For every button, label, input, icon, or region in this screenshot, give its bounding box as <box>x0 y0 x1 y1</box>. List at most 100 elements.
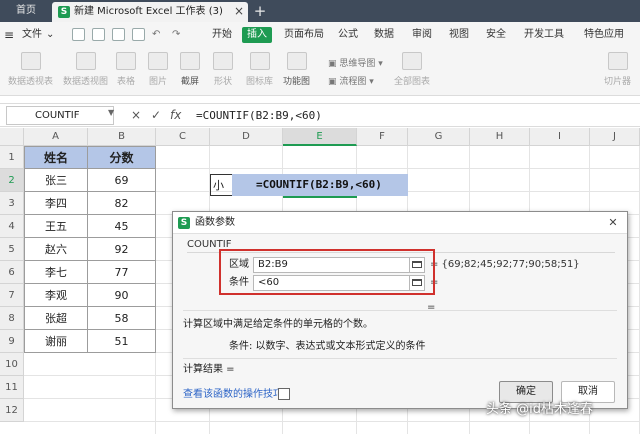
menu-security[interactable]: 安全 <box>486 27 506 43</box>
menu-developer[interactable]: 开发工具 <box>524 27 564 43</box>
highlight-box <box>219 249 435 295</box>
column-header-f[interactable]: F <box>357 128 408 146</box>
menu-page-layout[interactable]: 页面布局 <box>284 27 324 43</box>
cell-b7[interactable]: 90 <box>88 284 156 307</box>
column-header-a[interactable]: A <box>24 128 88 146</box>
name-box-dropdown-icon[interactable]: ▼ <box>108 108 114 117</box>
function-chart-button[interactable]: 功能图 <box>283 52 310 87</box>
cell-b4[interactable]: 45 <box>88 215 156 238</box>
document-tab[interactable]: S 新建 Microsoft Excel 工作表 (3) <box>52 2 248 22</box>
row-header-2[interactable]: 2 <box>0 169 24 192</box>
row-header-3[interactable]: 3 <box>0 192 24 215</box>
cell-b3[interactable]: 82 <box>88 192 156 215</box>
cell-a5[interactable]: 赵六 <box>25 238 88 261</box>
print-preview-icon[interactable] <box>112 28 125 41</box>
menu-data[interactable]: 数据 <box>374 27 394 43</box>
menu-view[interactable]: 视图 <box>449 27 469 43</box>
column-header-i[interactable]: I <box>530 128 590 146</box>
title-bar: 首页 S 新建 Microsoft Excel 工作表 (3) × + <box>0 0 640 22</box>
redo-icon[interactable]: ↷ <box>172 27 180 43</box>
menu-home[interactable]: 开始 <box>212 27 232 43</box>
mindmap-button[interactable]: ▣ 思维导图 ▾ <box>328 56 383 69</box>
column-header-d[interactable]: D <box>210 128 283 146</box>
picture-button[interactable]: 图片 <box>148 52 168 87</box>
menu-review[interactable]: 审阅 <box>412 27 432 43</box>
function-description: 计算区域中满足给定条件的单元格的个数。 <box>183 319 373 330</box>
cell-e2[interactable]: =COUNTIF(B2:B9,<60) <box>232 174 408 196</box>
row-header-1[interactable]: 1 <box>0 146 24 169</box>
column-header-b[interactable]: B <box>88 128 156 146</box>
flowchart-label: 流程图 <box>339 77 367 87</box>
calc-result: 计算结果 = <box>183 364 235 375</box>
save-icon[interactable] <box>72 28 85 41</box>
hamburger-menu-icon[interactable]: ≡ <box>4 27 14 43</box>
cell-b9[interactable]: 51 <box>88 330 156 353</box>
confirm-formula-icon[interactable]: ✓ <box>151 108 161 122</box>
pivot-chart-button[interactable]: 数据透视图 <box>63 52 108 87</box>
video-icon[interactable] <box>278 388 290 400</box>
cell-a6[interactable]: 李七 <box>25 261 88 284</box>
flowchart-button[interactable]: ▣ 流程图 ▾ <box>328 74 374 87</box>
menu-insert[interactable]: 插入 <box>242 27 272 43</box>
table-button[interactable]: 表格 <box>116 52 136 87</box>
row-header-4[interactable]: 4 <box>0 215 24 238</box>
mindmap-label: 思维导图 <box>339 59 376 69</box>
cell-a9[interactable]: 谢丽 <box>25 330 88 353</box>
all-charts-button[interactable]: 全部图表 <box>394 52 430 87</box>
row-header-11[interactable]: 11 <box>0 376 24 399</box>
menu-special-apps[interactable]: 特色应用 <box>584 27 624 43</box>
column-header-g[interactable]: G <box>408 128 470 146</box>
home-tab[interactable]: 首页 <box>0 0 52 22</box>
document-tab-label: 新建 Microsoft Excel 工作表 (3) <box>74 6 223 17</box>
menu-formulas[interactable]: 公式 <box>338 27 358 43</box>
table-icon <box>116 52 136 70</box>
formula-bar: COUNTIF ▼ × ✓ fx =COUNTIF(B2:B9,<60) <box>0 103 640 127</box>
row-header-9[interactable]: 9 <box>0 330 24 353</box>
all-charts-label: 全部图表 <box>394 77 431 87</box>
menu-file[interactable]: 文件 <box>22 27 42 43</box>
cell-a2[interactable]: 张三 <box>25 169 88 192</box>
row-header-12[interactable]: 12 <box>0 399 24 422</box>
cell-b1[interactable]: 分数 <box>88 147 156 169</box>
function-arguments-dialog: S 函数参数 ✕ COUNTIF 区域 B2:B9 = {69;82;45;92… <box>172 211 628 409</box>
row-header-8[interactable]: 8 <box>0 307 24 330</box>
cell-a1[interactable]: 姓名 <box>25 147 88 169</box>
icon-library-button[interactable]: 图标库 <box>246 52 273 87</box>
pivot-table-button[interactable]: 数据透视表 <box>8 52 53 87</box>
cell-a8[interactable]: 张超 <box>25 307 88 330</box>
new-tab-button[interactable]: + <box>251 2 269 20</box>
cell-a3[interactable]: 李四 <box>25 192 88 215</box>
cell-a7[interactable]: 李观 <box>25 284 88 307</box>
column-header-e[interactable]: E <box>283 128 357 146</box>
cell-a4[interactable]: 王五 <box>25 215 88 238</box>
slicer-button[interactable]: 切片器 <box>604 52 631 87</box>
cancel-formula-icon[interactable]: × <box>131 108 141 122</box>
screenshot-button[interactable]: 截屏 <box>180 52 200 87</box>
undo-icon[interactable]: ↶ <box>152 27 160 43</box>
select-all-corner[interactable] <box>0 128 24 146</box>
column-header-j[interactable]: J <box>590 128 640 146</box>
cell-d2[interactable]: 小于 <box>210 174 232 196</box>
row-header-7[interactable]: 7 <box>0 284 24 307</box>
name-box[interactable]: COUNTIF <box>6 106 114 125</box>
help-link[interactable]: 查看该函数的操作技巧 <box>183 388 283 402</box>
row-header-6[interactable]: 6 <box>0 261 24 284</box>
cell-b6[interactable]: 77 <box>88 261 156 284</box>
cell-b8[interactable]: 58 <box>88 307 156 330</box>
chevron-down-icon[interactable]: ⌄ <box>46 27 54 43</box>
function-chart-label: 功能图 <box>283 77 311 87</box>
print-icon[interactable] <box>92 28 105 41</box>
column-header-c[interactable]: C <box>156 128 210 146</box>
row-header-10[interactable]: 10 <box>0 353 24 376</box>
column-header-h[interactable]: H <box>470 128 530 146</box>
close-icon[interactable]: ✕ <box>605 215 621 231</box>
cell-b2[interactable]: 69 <box>88 169 156 192</box>
shapes-button[interactable]: 形状 <box>213 52 233 87</box>
row-header-5[interactable]: 5 <box>0 238 24 261</box>
cell-b5[interactable]: 92 <box>88 238 156 261</box>
formula-input[interactable]: =COUNTIF(B2:B9,<60) <box>196 108 322 123</box>
insert-function-icon[interactable]: fx <box>170 108 181 122</box>
dialog-title: 函数参数 <box>195 217 235 228</box>
close-tab-icon[interactable]: × <box>230 2 248 20</box>
format-painter-icon[interactable] <box>132 28 145 41</box>
